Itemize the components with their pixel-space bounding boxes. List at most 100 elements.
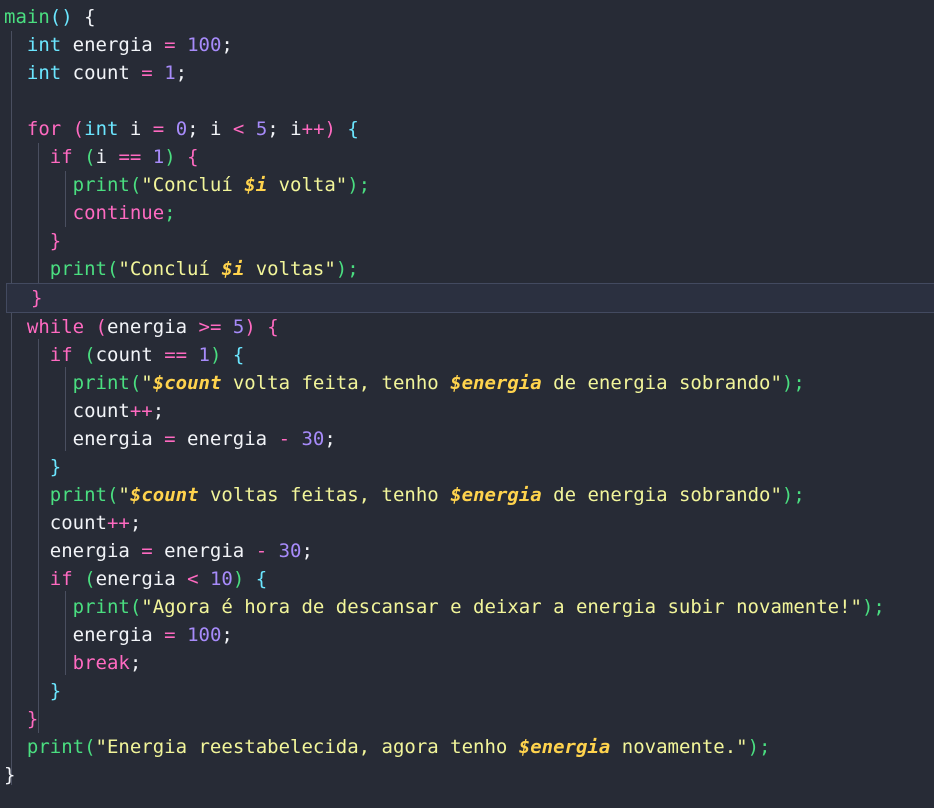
code-line[interactable]: print("Agora é hora de descansar e deixa…: [0, 593, 934, 621]
token-string: "Energia reestabelecida, agora tenho: [95, 736, 519, 758]
token-brace: }: [4, 764, 16, 786]
code-line[interactable]: }: [0, 677, 934, 705]
code-line-active[interactable]: }: [6, 283, 934, 313]
token-string: voltas feitas, tenho: [198, 484, 451, 506]
token-brace: {: [347, 118, 359, 140]
token-brace: }: [31, 287, 43, 309]
token-operator: <: [187, 568, 199, 590]
code-line[interactable]: if (energia < 10) {: [0, 565, 934, 593]
token-string: volta": [267, 174, 348, 196]
token-interpolation: $energia: [450, 372, 542, 394]
token-bracket: ): [747, 736, 760, 758]
token-type: int: [84, 118, 119, 140]
code-line[interactable]: }: [0, 705, 934, 733]
token-keyword: while: [26, 316, 85, 338]
code-line[interactable]: continue;: [0, 199, 934, 227]
token-bracket: (: [106, 258, 119, 280]
code-line[interactable]: while (energia >= 5) {: [0, 313, 934, 341]
token-string: novamente.": [610, 736, 748, 758]
code-editor[interactable]: main() { int energia = 100; int count = …: [0, 0, 934, 808]
code-line[interactable]: energia = energia - 30;: [0, 537, 934, 565]
token-variable: i: [118, 118, 153, 140]
token-function: print: [72, 174, 130, 196]
token-number: 100: [187, 624, 222, 646]
token-variable: energia: [61, 34, 165, 56]
code-line-blank[interactable]: [0, 87, 934, 115]
code-line[interactable]: int energia = 100;: [0, 31, 934, 59]
token-operator: =: [141, 62, 153, 84]
token-number: 1: [164, 62, 176, 84]
code-line[interactable]: main() {: [0, 3, 934, 31]
code-line[interactable]: print("Concluí $i voltas");: [0, 255, 934, 283]
token-bracket: ): [861, 596, 874, 618]
token-punct: ;: [347, 258, 359, 280]
code-line[interactable]: }: [0, 227, 934, 255]
token-punct: ;: [164, 202, 176, 224]
token-number: 30: [278, 540, 302, 562]
token-bracket: (): [49, 6, 73, 28]
code-line[interactable]: energia = 100;: [0, 621, 934, 649]
token-punct: ;: [129, 512, 142, 534]
token-punct: ;: [793, 372, 805, 394]
code-line[interactable]: }: [0, 453, 934, 481]
token-function: print: [49, 484, 107, 506]
token-string: de energia sobrando": [541, 484, 782, 506]
token-interpolation: $i: [221, 258, 245, 280]
token-string: "Agora é hora de descansar e deixar a en…: [141, 596, 862, 618]
token-punct: ;: [221, 34, 233, 56]
code-line[interactable]: energia = energia - 30;: [0, 425, 934, 453]
token-type: int: [26, 62, 62, 84]
token-brace: {: [84, 6, 96, 28]
token-operator: ++: [301, 118, 325, 140]
token-brace: {: [255, 568, 268, 590]
token-number: 30: [301, 428, 325, 450]
code-line[interactable]: for (int i = 0; i < 5; i++) {: [0, 115, 934, 143]
token-bracket: ): [164, 146, 176, 168]
token-variable: i: [278, 118, 302, 140]
token-operator: =: [164, 624, 176, 646]
code-line[interactable]: count++;: [0, 397, 934, 425]
token-bracket: ): [335, 258, 348, 280]
token-operator: >=: [198, 316, 222, 338]
token-variable: energia: [72, 624, 165, 646]
code-line[interactable]: print("Energia reestabelecida, agora ten…: [0, 733, 934, 761]
token-brace: {: [267, 316, 279, 338]
code-line[interactable]: if (i == 1) {: [0, 143, 934, 171]
code-line[interactable]: print("$count voltas feitas, tenho $ener…: [0, 481, 934, 509]
token-punct: ;: [324, 428, 336, 450]
code-content[interactable]: main() { int energia = 100; int count = …: [0, 3, 934, 789]
token-function: main: [4, 6, 50, 28]
token-punct: ;: [221, 624, 233, 646]
token-operator: <: [232, 118, 245, 140]
token-variable: count: [61, 62, 142, 84]
token-bracket: (: [129, 372, 142, 394]
token-bracket: (: [129, 174, 142, 196]
token-bracket: (: [106, 484, 119, 506]
code-line[interactable]: print("$count volta feita, tenho $energi…: [0, 369, 934, 397]
token-bracket: (: [84, 146, 96, 168]
token-string: "Concluí: [118, 258, 222, 280]
token-variable: energia: [95, 568, 188, 590]
token-number: 0: [175, 118, 188, 140]
code-line[interactable]: }: [0, 761, 934, 789]
token-bracket: (: [84, 568, 96, 590]
token-operator: =: [164, 34, 176, 56]
code-line[interactable]: break;: [0, 649, 934, 677]
code-line[interactable]: if (count == 1) {: [0, 341, 934, 369]
token-number: 5: [255, 118, 268, 140]
token-punct: ;: [358, 174, 371, 196]
token-string: ": [118, 484, 130, 506]
token-number: 5: [232, 316, 245, 338]
code-line[interactable]: count++;: [0, 509, 934, 537]
token-interpolation: $count: [129, 484, 199, 506]
token-bracket: (: [95, 316, 107, 338]
token-operator: =: [164, 428, 176, 450]
code-line[interactable]: print("Concluí $i volta");: [0, 171, 934, 199]
token-bracket: (: [72, 118, 85, 140]
token-variable: energia: [175, 428, 279, 450]
token-keyword: continue: [72, 202, 165, 224]
token-variable: count: [49, 512, 107, 534]
code-line[interactable]: int count = 1;: [0, 59, 934, 87]
token-string: volta feita, tenho: [221, 372, 451, 394]
token-punct: ;: [129, 652, 142, 674]
